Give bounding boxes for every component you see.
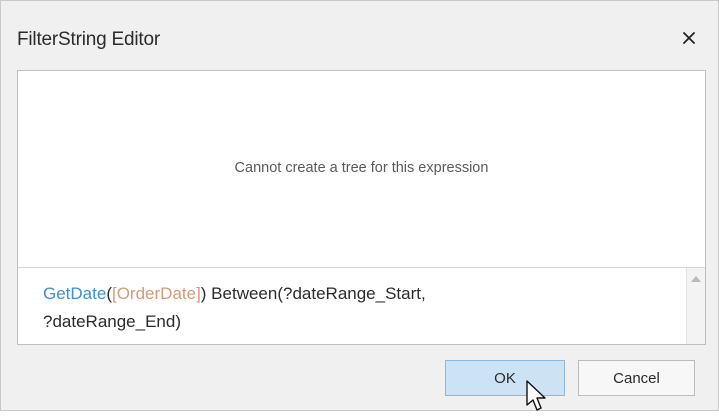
close-button[interactable] <box>678 27 700 49</box>
filterstring-editor-dialog: FilterString Editor Cannot create a tree… <box>0 0 719 411</box>
dialog-title: FilterString Editor <box>17 29 160 50</box>
scroll-up-arrow-icon[interactable] <box>691 276 701 282</box>
mouse-pointer-icon <box>526 380 546 411</box>
cancel-button[interactable]: Cancel <box>578 360 695 396</box>
function-token: GetDate <box>43 284 107 303</box>
expression-line2: ?dateRange_End) <box>43 312 182 331</box>
expression-rest-line1: ) Between(?dateRange_Start, <box>200 284 426 303</box>
filter-tree-view[interactable]: Cannot create a tree for this expression <box>18 71 705 268</box>
tree-message: Cannot create a tree for this expression <box>234 160 489 176</box>
expression-editor[interactable]: GetDate([OrderDate]) Between(?dateRange_… <box>18 268 705 344</box>
title-bar: FilterString Editor <box>1 1 718 69</box>
close-icon <box>683 32 695 44</box>
editor-panel: Cannot create a tree for this expression… <box>17 70 706 345</box>
expression-text[interactable]: GetDate([OrderDate]) Between(?dateRange_… <box>43 280 663 336</box>
field-token: [OrderDate] <box>111 284 201 303</box>
vertical-scrollbar[interactable] <box>686 268 705 344</box>
